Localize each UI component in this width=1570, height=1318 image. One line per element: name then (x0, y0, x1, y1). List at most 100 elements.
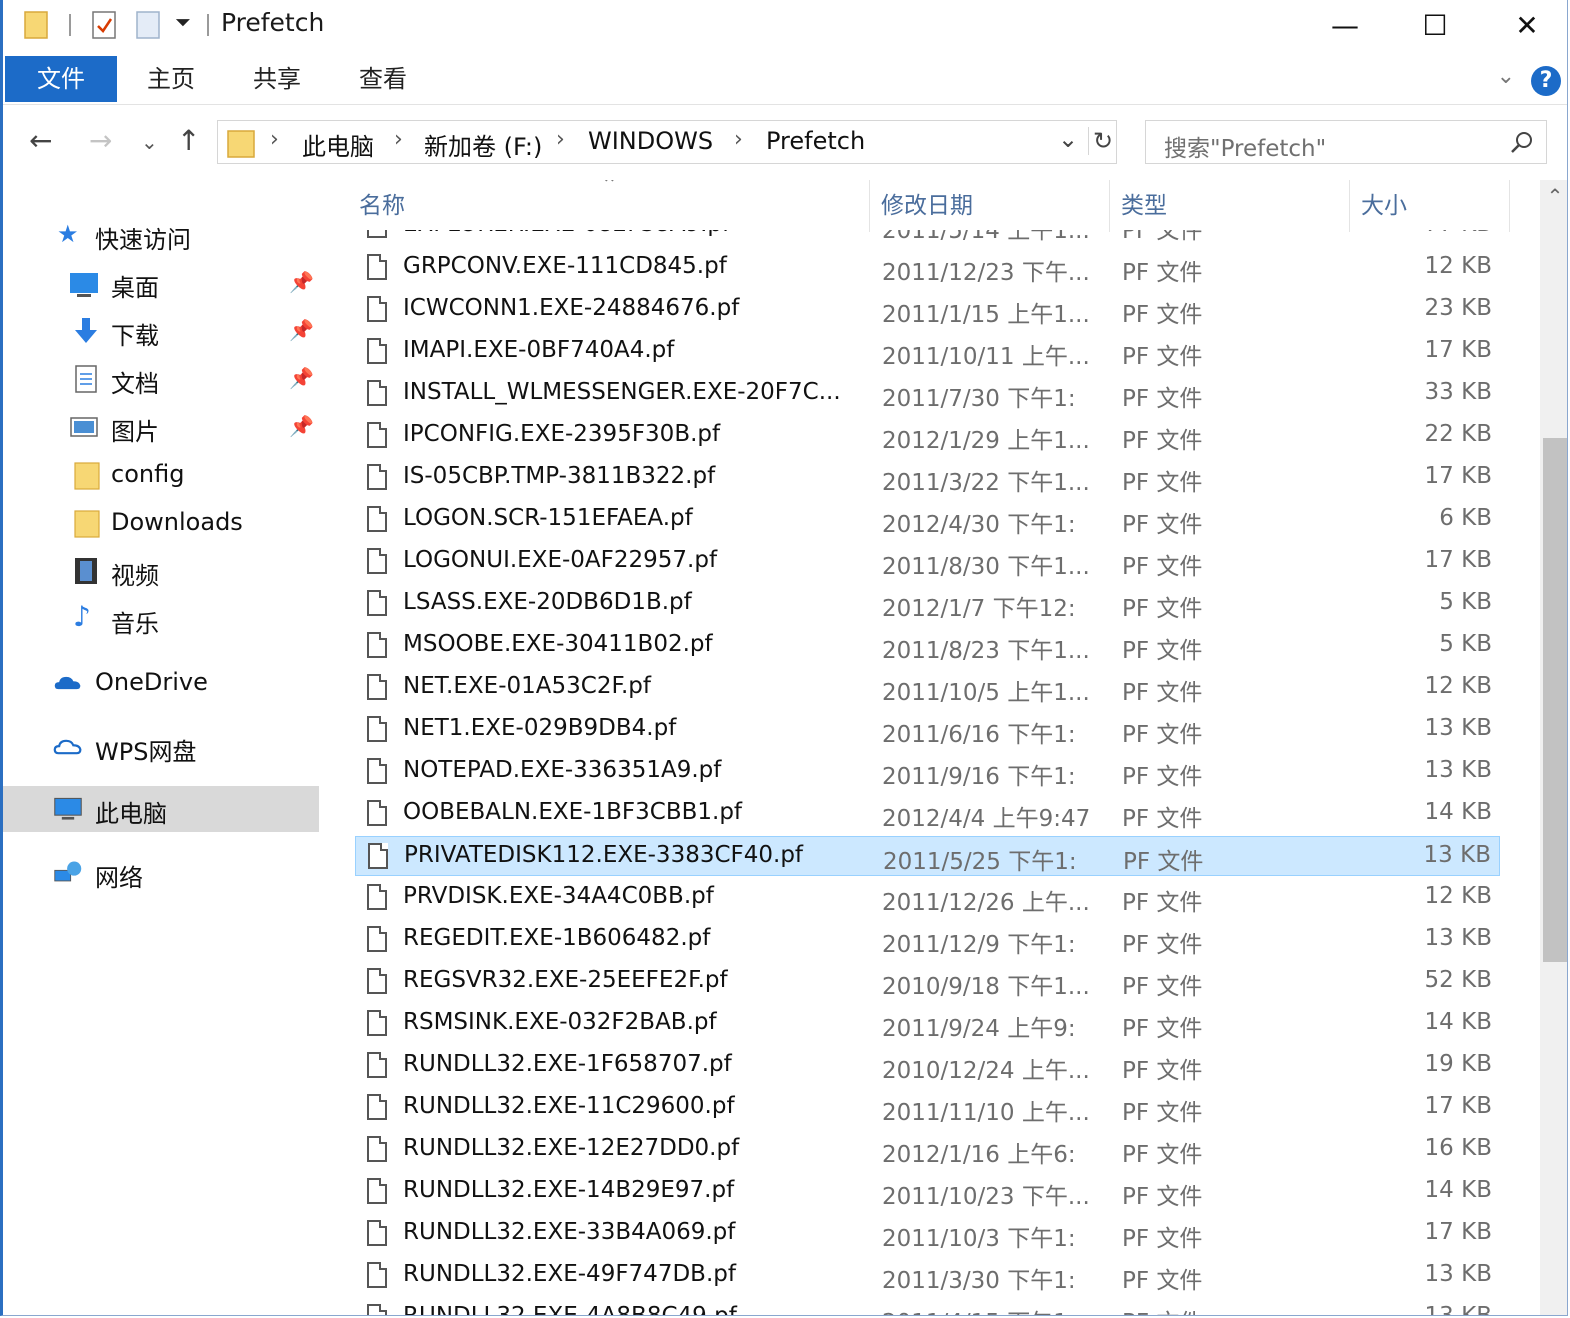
file-icon (367, 758, 387, 784)
file-row[interactable]: IMAPI.EXE-0BF740A4.pf 2011/10/11 上午... PF … (355, 332, 1500, 372)
sidebar-item-this-pc[interactable]: 此电脑 (3, 786, 319, 832)
file-type: PF 文件 (1123, 849, 1204, 875)
sidebar-item-pictures[interactable]: 图片 📌 (3, 404, 319, 450)
file-name: LOGONUI.EXE-0AF22957.pf (403, 547, 718, 573)
pin-icon[interactable]: 📌 (289, 318, 314, 342)
sidebar-item-network[interactable]: 网络 (3, 850, 319, 896)
column-divider[interactable] (1109, 180, 1110, 232)
column-divider[interactable] (869, 180, 870, 232)
file-icon (367, 800, 387, 826)
file-row[interactable]: INSTALL_WLMESSENGER.EXE-20F7C... 2011/7/3… (355, 374, 1500, 414)
properties-icon[interactable] (91, 8, 117, 40)
sidebar-item-config[interactable]: config (3, 452, 319, 498)
separator (207, 14, 209, 36)
maximize-button[interactable]: ☐ (1389, 0, 1481, 50)
column-header-type[interactable]: 类型 (1121, 180, 1341, 232)
sidebar-item-downloads-folder[interactable]: Downloads (3, 500, 319, 546)
search-icon[interactable] (1510, 131, 1534, 155)
breadcrumb-separator[interactable]: › (394, 127, 403, 152)
pin-icon[interactable]: 📌 (289, 366, 314, 390)
breadcrumb-separator[interactable]: › (270, 127, 279, 152)
sidebar-item-videos[interactable]: 视频 (3, 548, 319, 594)
minimize-button[interactable]: — (1299, 0, 1391, 50)
file-row[interactable]: NOTEPAD.EXE-336351A9.pf 2011/9/16 下午1: PF … (355, 752, 1500, 792)
file-row[interactable]: RUNDLL32.EXE-49F747DB.pf 2011/3/30 下午1: PF… (355, 1256, 1500, 1296)
expand-ribbon-icon[interactable]: ⌄ (1497, 64, 1515, 89)
file-type: PF 文件 (1122, 1268, 1203, 1294)
breadcrumb-drive[interactable]: 新加卷 (F:) (424, 127, 542, 162)
breadcrumb-this-pc[interactable]: 此电脑 (302, 127, 374, 162)
address-bar[interactable]: › 此电脑 › 新加卷 (F:) › WINDOWS › Prefetch ⌄ … (217, 120, 1117, 164)
window-title: Prefetch (221, 8, 325, 37)
tab-home[interactable]: 主页 (131, 56, 211, 102)
tab-share[interactable]: 共享 (237, 56, 317, 102)
file-row[interactable]: IS-05CBP.TMP-3811B322.pf 2011/3/22 下午1...… (355, 458, 1500, 498)
close-button[interactable]: ✕ (1481, 0, 1567, 50)
sidebar-item-documents[interactable]: 文档 📌 (3, 356, 319, 402)
file-row[interactable]: RUNDLL32.EXE-33B4A069.pf 2011/10/3 下午1: PF… (355, 1214, 1500, 1254)
file-row[interactable]: OOBEBALN.EXE-1BF3CBB1.pf 2012/4/4 上午9:47 P… (355, 794, 1500, 834)
forward-icon[interactable]: → (89, 124, 112, 157)
file-row[interactable]: ICWCONN1.EXE-24884676.pf 2011/1/15 上午1...… (355, 290, 1500, 330)
recent-locations-icon[interactable]: ⌄ (141, 130, 158, 154)
sidebar-item-onedrive[interactable]: OneDrive (3, 660, 319, 706)
pin-icon[interactable]: 📌 (289, 414, 314, 438)
file-row[interactable]: LOGONUI.EXE-0AF22957.pf 2011/8/30 下午1... P… (355, 542, 1500, 582)
download-icon (75, 318, 97, 343)
sidebar-item-downloads[interactable]: 下载 📌 (3, 308, 319, 354)
file-row[interactable]: GRPCONV.EXE-111CD845.pf 2011/12/23 下午... P… (355, 248, 1500, 288)
file-row[interactable]: NET1.EXE-029B9DB4.pf 2011/6/16 下午1: PF 文件 1… (355, 710, 1500, 750)
file-row[interactable]: RUNDLL32.EXE-14B29E97.pf 2011/10/23 下午...… (355, 1172, 1500, 1212)
file-row[interactable]: NET.EXE-01A53C2F.pf 2011/10/5 上午1... PF 文件… (355, 668, 1500, 708)
file-row[interactable]: IPCONFIG.EXE-2395F30B.pf 2012/1/29 上午1...… (355, 416, 1500, 456)
file-row[interactable]: PRVDISK.EXE-34A4C0BB.pf 2011/12/26 上午... P… (355, 878, 1500, 918)
breadcrumb-windows[interactable]: WINDOWS (588, 127, 713, 155)
sidebar-item-quick-access[interactable]: ★ 快速访问 (3, 212, 319, 258)
sidebar-item-label: 文档 (111, 370, 159, 398)
file-row[interactable]: LSASS.EXE-20DB6D1B.pf 2012/1/7 下午12: PF 文件… (355, 584, 1500, 624)
column-header-size[interactable]: 大小 (1361, 180, 1501, 232)
file-row[interactable]: REGEDIT.EXE-1B606482.pf 2011/12/9 下午1: PF … (355, 920, 1500, 960)
scroll-up-icon[interactable]: ⌃ (1540, 184, 1567, 208)
file-row[interactable]: RUNDLL32.EXE-4A8B8C49.pf 2011/4/15 下午1: PF… (355, 1298, 1500, 1315)
search-box[interactable]: 搜索"Prefetch" (1145, 120, 1547, 164)
file-row[interactable]: MSOOBE.EXE-30411B02.pf 2011/8/23 下午1... PF… (355, 626, 1500, 666)
sidebar-item-desktop[interactable]: 桌面 📌 (3, 260, 319, 306)
new-folder-icon[interactable] (135, 8, 161, 40)
column-divider[interactable] (1509, 180, 1510, 232)
file-row[interactable]: RUNDLL32.EXE-1F658707.pf 2010/12/24 上午...… (355, 1046, 1500, 1086)
file-row[interactable]: RSMSINK.EXE-032F2BAB.pf 2011/9/24 上午9: PF … (355, 1004, 1500, 1044)
column-header-name[interactable]: 名称 (359, 180, 859, 232)
file-icon (367, 968, 387, 994)
column-divider[interactable] (1349, 180, 1350, 232)
tab-file[interactable]: 文件 (5, 56, 117, 102)
up-icon[interactable]: ↑ (177, 124, 200, 157)
address-dropdown-icon[interactable]: ⌄ (1058, 125, 1078, 153)
file-size: 77 KB (1425, 230, 1492, 237)
vertical-scrollbar[interactable]: ⌃ (1540, 180, 1567, 1315)
breadcrumb-prefetch[interactable]: Prefetch (766, 127, 865, 155)
refresh-icon[interactable]: ↻ (1088, 127, 1113, 155)
pin-icon[interactable]: 📌 (289, 270, 314, 294)
customize-quick-access-icon[interactable]: ⏷ (175, 10, 191, 34)
computer-icon (54, 797, 82, 820)
file-row[interactable]: PRIVATEDISK112.EXE-3383CF40.pf 2011/5/25 … (355, 836, 1500, 876)
file-row[interactable]: EXPLORER.EXE-082F38A9.pf 2011/5/14 上午1...… (355, 230, 1500, 246)
tab-view[interactable]: 查看 (343, 56, 423, 102)
sidebar-item-label: 下载 (111, 322, 159, 350)
search-input[interactable]: 搜索"Prefetch" (1164, 129, 1326, 163)
file-row[interactable]: LOGON.SCR-151EFAEA.pf 2012/4/30 下午1: PF 文件… (355, 500, 1500, 540)
file-row[interactable]: REGSVR32.EXE-25EEFE2F.pf 2010/9/18 下午1...… (355, 962, 1500, 1002)
file-row[interactable]: RUNDLL32.EXE-12E27DD0.pf 2012/1/16 上午6: PF… (355, 1130, 1500, 1170)
help-icon[interactable]: ? (1531, 66, 1561, 96)
column-header-date[interactable]: 修改日期 (881, 180, 1101, 232)
sidebar-item-wps[interactable]: WPS网盘 (3, 724, 319, 770)
back-icon[interactable]: ← (29, 124, 52, 157)
breadcrumb-separator[interactable]: › (734, 127, 743, 152)
file-row[interactable]: RUNDLL32.EXE-11C29600.pf 2011/11/10 上午...… (355, 1088, 1500, 1128)
breadcrumb-separator[interactable]: › (556, 127, 565, 152)
scroll-thumb[interactable] (1543, 438, 1567, 962)
file-list: ⌃ 名称 修改日期 类型 大小 EXPLORER.EXE-082F38A9.pf… (323, 180, 1538, 1315)
sidebar-item-music[interactable]: ♪ 音乐 (3, 596, 319, 642)
folder-icon[interactable] (23, 8, 49, 40)
